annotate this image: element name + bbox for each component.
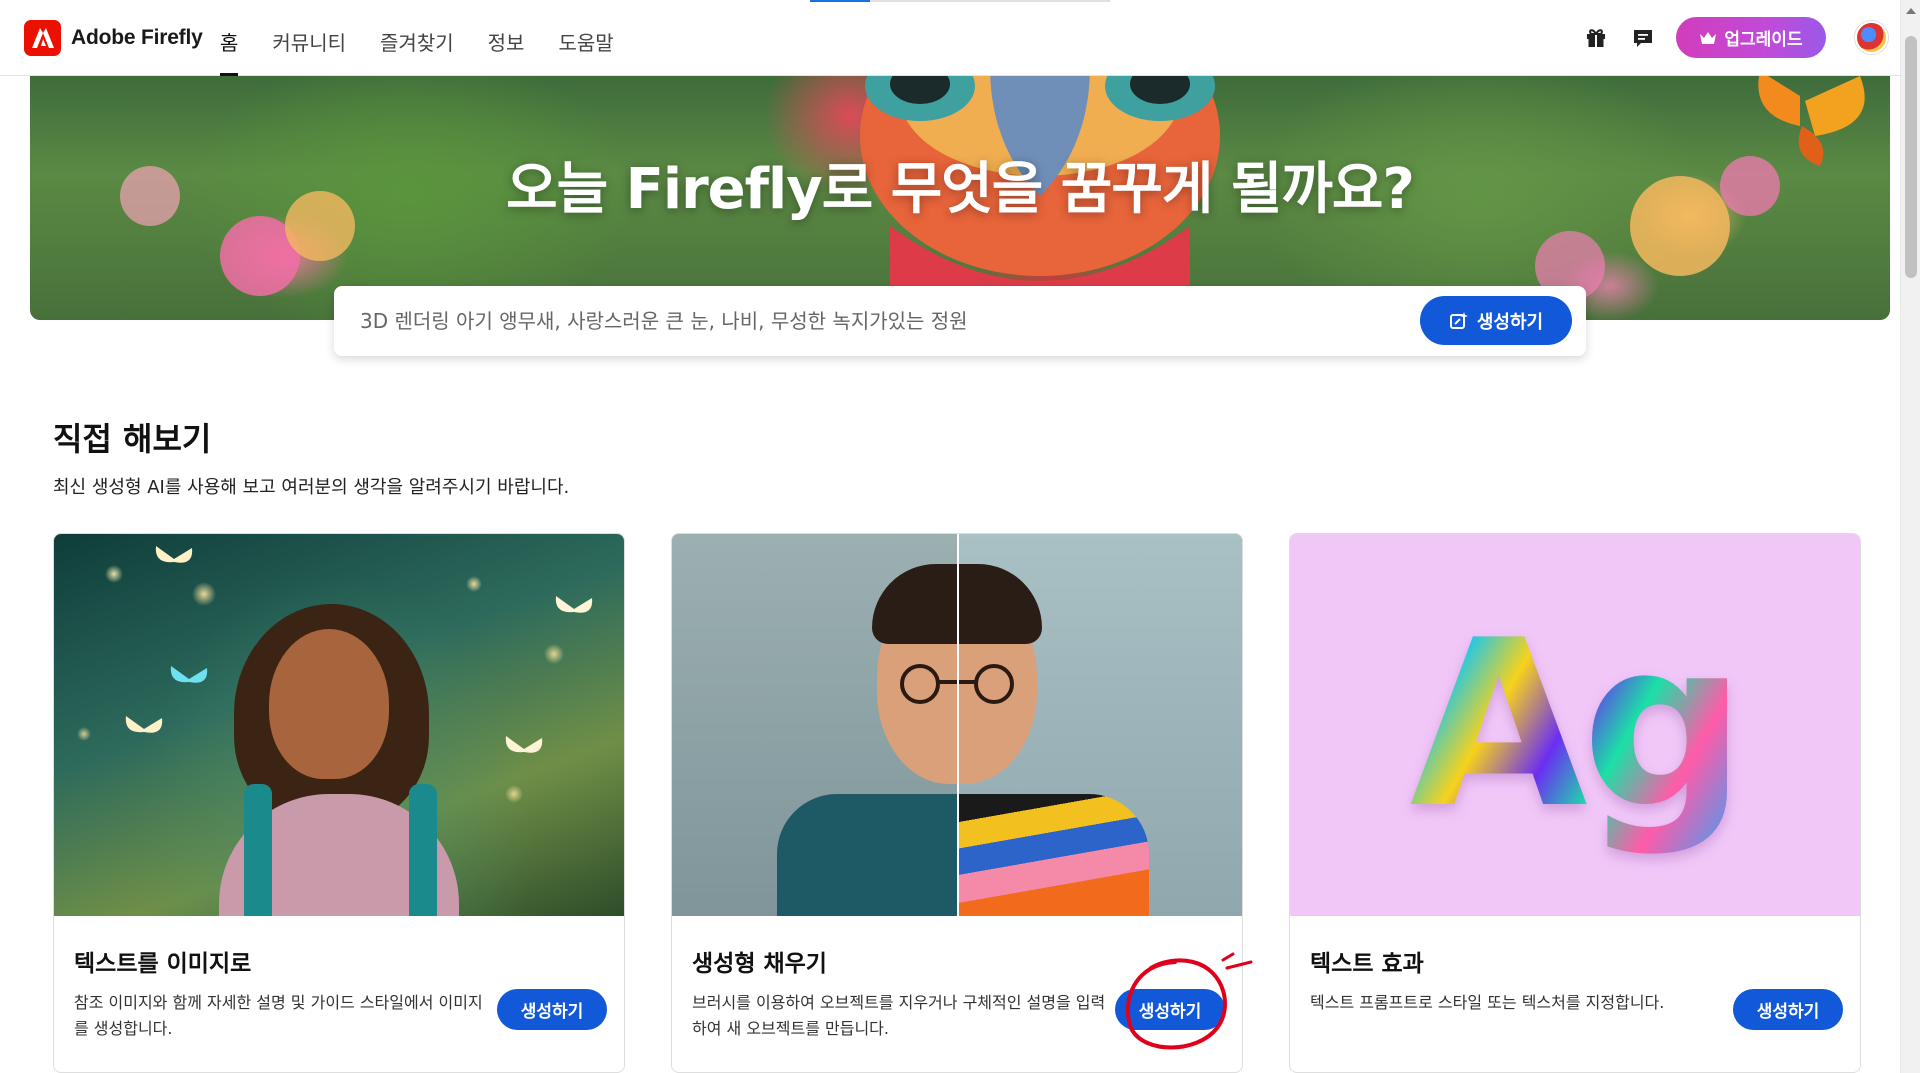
hero-title: 오늘 Firefly로 무엇을 꿈꾸게 될까요? [506, 157, 1415, 222]
card-image-split-portrait [672, 534, 1242, 916]
upgrade-label: 업그레이드 [1724, 30, 1803, 50]
brand-name: Adobe Firefly [71, 26, 203, 49]
text-effect-sample: Ag [1409, 591, 1747, 859]
chat-icon[interactable] [1627, 22, 1659, 54]
card-text-to-image[interactable]: 텍스트를 이미지로 참조 이미지와 함께 자세한 설명 및 가이드 스타일에서 … [53, 533, 625, 1073]
gift-icon[interactable] [1580, 22, 1612, 54]
nav-favorites[interactable]: 즐겨찾기 [380, 0, 454, 76]
card-image-text-effect: Ag [1290, 534, 1860, 916]
section-subtitle: 최신 생성형 AI를 사용해 보고 여러분의 생각을 알려주시기 바랍니다. [53, 477, 570, 498]
nav-community[interactable]: 커뮤니티 [272, 0, 346, 76]
scrollbar-thumb[interactable] [1905, 36, 1917, 278]
card-image-girl [54, 534, 624, 916]
nav-about[interactable]: 정보 [488, 0, 525, 76]
card-generate-button[interactable]: 생성하기 [1733, 989, 1843, 1030]
crown-icon [1700, 31, 1717, 44]
card-generative-fill[interactable]: 생성형 채우기 브러시를 이용하여 오브젝트를 지우거나 구체적인 설명을 입력… [671, 533, 1243, 1073]
top-header: Adobe Firefly 홈 커뮤니티 즐겨찾기 정보 도움말 업그레이드 [0, 0, 1900, 76]
hero-generate-label: 생성하기 [1476, 311, 1544, 333]
card-title: 텍스트를 이미지로 [74, 951, 252, 977]
page-scrollbar[interactable] [1900, 0, 1920, 1073]
card-generate-button[interactable]: 생성하기 [1115, 989, 1225, 1030]
card-description: 참조 이미지와 함께 자세한 설명 및 가이드 스타일에서 이미지를 생성합니다… [74, 993, 483, 1038]
user-avatar[interactable] [1855, 21, 1888, 54]
prompt-bar: 생성하기 [334, 286, 1586, 356]
hero-generate-button[interactable]: 생성하기 [1420, 296, 1572, 345]
card-text-effects[interactable]: Ag 텍스트 효과 텍스트 프롬프트로 스타일 또는 텍스처를 지정합니다. 생… [1289, 533, 1861, 1073]
adobe-logo-icon [24, 20, 61, 56]
hero-banner: 오늘 Firefly로 무엇을 꿈꾸게 될까요? [30, 76, 1890, 320]
card-title: 텍스트 효과 [1310, 951, 1424, 977]
upgrade-button[interactable]: 업그레이드 [1676, 17, 1826, 58]
card-description: 브러시를 이용하여 오브젝트를 지우거나 구체적인 설명을 입력하여 새 오브젝… [692, 993, 1106, 1038]
nav-help[interactable]: 도움말 [558, 0, 613, 76]
section-title: 직접 해보기 [53, 420, 212, 458]
card-description: 텍스트 프롬프트로 스타일 또는 텍스처를 지정합니다. [1310, 993, 1665, 1012]
main-nav: 홈 커뮤니티 즐겨찾기 정보 도움말 [220, 0, 648, 76]
adobe-firefly-logo[interactable]: Adobe Firefly [24, 20, 203, 56]
generate-icon [1449, 311, 1468, 329]
scroll-up-icon[interactable] [1906, 8, 1916, 14]
prompt-input[interactable] [360, 286, 1360, 356]
card-title: 생성형 채우기 [692, 951, 827, 977]
card-generate-button[interactable]: 생성하기 [497, 989, 607, 1030]
page-load-progress [810, 0, 1110, 2]
nav-home[interactable]: 홈 [220, 0, 239, 76]
